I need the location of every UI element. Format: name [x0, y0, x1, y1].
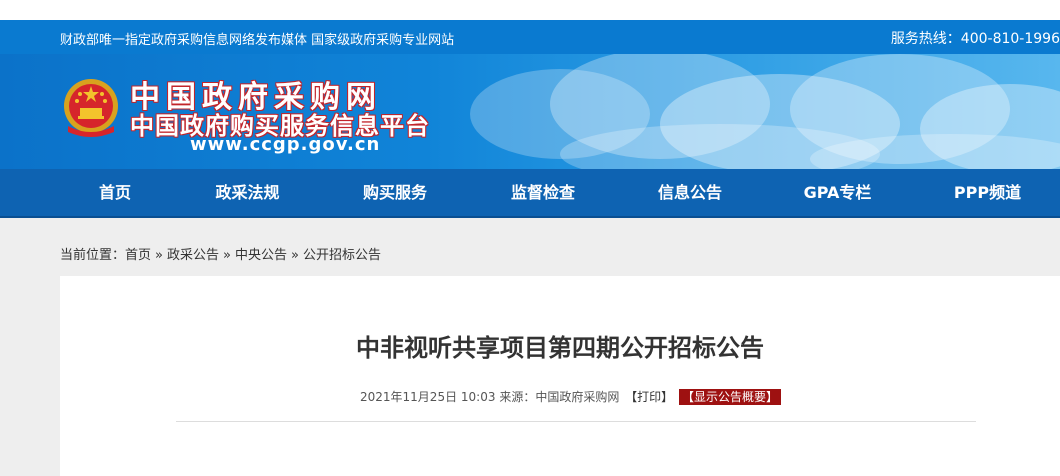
national-emblem-icon — [64, 79, 118, 137]
topbar-slogan: 财政部唯一指定政府采购信息网络发布媒体 国家级政府采购专业网站 — [60, 33, 455, 48]
breadcrumb-procurement[interactable]: 政采公告 — [167, 248, 219, 263]
breadcrumb-separator: » — [223, 248, 231, 263]
site-url: www.ccgp.gov.cn — [190, 134, 381, 155]
article-source: 来源：中国政府采购网 — [499, 390, 620, 404]
main-nav: 首页 政采法规 购买服务 监督检查 信息公告 GPA专栏 PPP频道 — [0, 169, 1060, 218]
nav-regulations[interactable]: 政采法规 — [195, 169, 300, 216]
show-summary-button[interactable]: 【显示公告概要】 — [679, 389, 782, 405]
breadcrumb-prefix: 当前位置： — [60, 248, 126, 263]
nav-announcements[interactable]: 信息公告 — [635, 169, 745, 216]
breadcrumb-open-tender[interactable]: 公开招标公告 — [303, 248, 381, 263]
nav-ppp[interactable]: PPP频道 — [935, 169, 1040, 216]
nav-supervision[interactable]: 监督检查 — [488, 169, 598, 216]
breadcrumb-central[interactable]: 中央公告 — [235, 248, 287, 263]
breadcrumb-separator: » — [291, 248, 299, 263]
service-hotline: 服务热线：400-810-1996 — [890, 31, 1060, 47]
nav-purchase-services[interactable]: 购买服务 — [340, 169, 450, 216]
nav-home[interactable]: 首页 — [60, 169, 170, 216]
article-panel: 中非视听共享项目第四期公开招标公告 2021年11月25日 10:03 来源：中… — [60, 276, 1060, 476]
article-date: 2021年11月25日 10:03 — [360, 390, 496, 404]
article-meta: 2021年11月25日 10:03 来源：中国政府采购网 【打印】 【显示公告概… — [360, 388, 782, 405]
print-link[interactable]: 【打印】 — [625, 390, 673, 404]
article-title: 中非视听共享项目第四期公开招标公告 — [356, 334, 764, 362]
top-white-strip — [0, 0, 1060, 20]
breadcrumb-separator: » — [155, 248, 163, 263]
breadcrumb: 当前位置：首页 » 政采公告 » 中央公告 » 公开招标公告 — [60, 244, 381, 263]
nav-gpa[interactable]: GPA专栏 — [785, 169, 890, 216]
divider — [176, 421, 976, 422]
breadcrumb-home[interactable]: 首页 — [125, 248, 151, 263]
top-info-bar: 财政部唯一指定政府采购信息网络发布媒体 国家级政府采购专业网站 服务热线：400… — [0, 20, 1060, 54]
